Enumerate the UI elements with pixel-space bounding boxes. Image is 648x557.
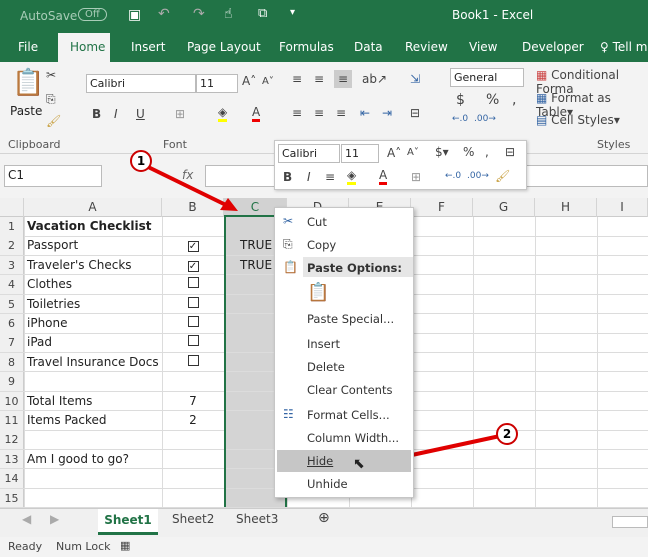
mini-font-dropdown[interactable]: Calibri [278,144,340,163]
mini-increase-font-icon[interactable]: A˄ [387,146,401,160]
horizontal-scrollbar[interactable] [612,516,648,528]
mini-size-dropdown[interactable]: 11 [341,144,379,163]
macro-record-icon[interactable]: ▦ [120,539,130,552]
copy-icon: ⎘ [283,237,293,251]
callout-1: 1 [130,150,152,172]
mini-decrease-font-icon[interactable]: A˅ [407,147,419,158]
status-bar: Ready Num Lock ▦ [0,537,648,557]
mini-bold-icon[interactable]: B [283,170,292,184]
menu-cut[interactable]: Cut [307,215,327,229]
mini-percent-icon[interactable]: % [463,145,474,159]
sheet-tab-sheet2[interactable]: Sheet2 [172,512,214,526]
mouse-cursor-icon: ⬉ [353,456,365,472]
menu-clear-contents[interactable]: Clear Contents [307,383,392,397]
format-cells-icon: ☷ [283,407,294,421]
prev-sheet-icon[interactable]: ◀ [22,512,31,526]
mini-increase-decimal-icon[interactable]: ←.0 [445,171,461,181]
paste-options-icon: 📋 [283,260,298,274]
mini-currency-icon[interactable]: $▾ [435,145,449,159]
mini-fill-color-icon[interactable]: ◈ [347,168,357,185]
menu-unhide[interactable]: Unhide [307,477,348,491]
menu-insert[interactable]: Insert [307,337,340,351]
status-ready: Ready [8,540,43,553]
mini-format-painter-icon[interactable]: 🖌 [495,169,510,183]
callout-2: 2 [496,423,518,445]
mini-font-color-icon[interactable]: A [379,168,388,185]
menu-paste-options: Paste Options: [307,261,403,275]
context-menu: ✂ Cut ⎘ Copy 📋 Paste Options: 📋 Paste Sp… [274,207,414,498]
mini-decrease-decimal-icon[interactable]: .00→ [467,171,489,181]
arrow-1 [141,162,229,208]
mini-comma-icon[interactable]: , [485,145,489,159]
sheet-tab-sheet3[interactable]: Sheet3 [236,512,278,526]
mini-borders-icon[interactable]: ⊞ [411,170,421,184]
sheet-tab-sheet1[interactable]: Sheet1 [98,509,158,535]
mini-toolbar: Calibri 11 A˄ A˅ $▾ % , ⊟ B I ≡ ◈ A ⊞ ←.… [274,140,527,190]
mini-center-icon[interactable]: ≡ [325,170,335,184]
sheet-tabs-bar: ◀ ▶ Sheet1 Sheet2 Sheet3 ⊕ [0,508,648,537]
add-sheet-icon[interactable]: ⊕ [318,510,330,526]
status-num-lock: Num Lock [56,540,111,553]
next-sheet-icon[interactable]: ▶ [50,512,59,526]
menu-hide[interactable]: Hide [307,454,333,468]
menu-copy[interactable]: Copy [307,238,336,252]
menu-paste-special[interactable]: Paste Special... [307,312,394,326]
menu-format-cells[interactable]: Format Cells... [307,408,390,422]
menu-column-width[interactable]: Column Width... [307,431,399,445]
paste-keep-text-icon[interactable]: 📋 [307,282,329,303]
cut-icon: ✂ [283,214,294,228]
mini-italic-icon[interactable]: I [307,170,311,184]
menu-delete[interactable]: Delete [307,360,345,374]
mini-merge-icon[interactable]: ⊟ [505,145,515,159]
